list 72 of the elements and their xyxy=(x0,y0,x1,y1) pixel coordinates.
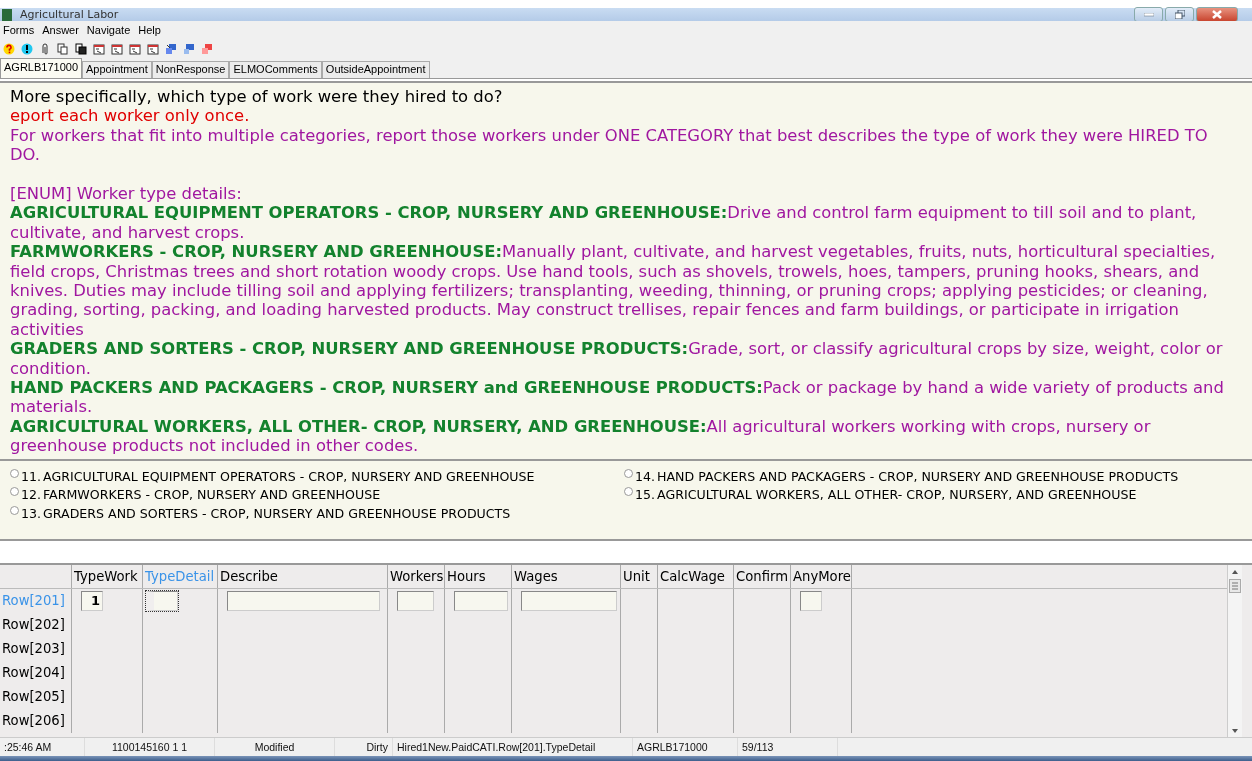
option-code: 13. xyxy=(21,505,42,521)
input-field[interactable] xyxy=(454,590,508,611)
option-label[interactable]: AGRICULTURAL EQUIPMENT OPERATORS - CROP, NURSERY AND GREENHOUSE xyxy=(43,468,535,484)
column-header: Describe xyxy=(218,564,388,588)
radio-button[interactable] xyxy=(10,487,19,497)
scrollbar[interactable] xyxy=(1227,564,1242,737)
option-label[interactable]: AGRICULTURAL WORKERS, ALL OTHER- CROP, NURSERY, AND GREENHOUSE xyxy=(657,487,1137,503)
tab[interactable]: AGRLB171000 xyxy=(0,58,82,78)
worker-type-description: AGRICULTURAL EQUIPMENT OPERATORS - CROP, NURSERY AND GREENHOUSE:Drive and control farm equipment to till soil and to plant, cultivate, and harvest crops. xyxy=(10,203,1198,243)
column-header: AnyMore xyxy=(791,564,852,588)
worker-type-description: GRADERS AND SORTERS - CROP, NURSERY AND GREENHOUSE PRODUCTS:Grade, sort, or classify agricultural crops by size, weight, color or condition. xyxy=(10,339,1224,379)
form-icon[interactable] xyxy=(111,43,123,55)
menu-item[interactable]: Navigate xyxy=(83,24,136,36)
option-code: 12. xyxy=(21,487,42,503)
option-code: 15. xyxy=(635,487,656,503)
column-header: Unit xyxy=(621,564,658,588)
input-field[interactable]: 1 xyxy=(81,590,103,611)
row-label[interactable]: Row[204] xyxy=(0,660,72,685)
worker-type-description: FARMWORKERS - CROP, NURSERY AND GREENHOUSE:Manually plant, cultivate, and harvest vegetables, fruits, nuts, horticultural specialties, field crops, Christmas trees and short rotation woody crops. Use hand tools, such as shovels, trowels, hoes, tampers, pruning hooks, shears, and knives. Duties may include tilling soil and applying fertilizers; transplanting, weeding, thinning, or pruning crops; applying pesticides; or cleaning, grading, sorting, packing, and loading harvested products. May construct trellises, repair fences and farm buildings, or participate in irrigation activities xyxy=(10,242,1217,340)
option-code: 14. xyxy=(635,468,656,484)
row-label[interactable]: Row[206] xyxy=(0,708,72,733)
input-field[interactable] xyxy=(397,590,434,611)
form-icon[interactable] xyxy=(147,43,159,55)
option-label[interactable]: HAND PACKERS AND PACKAGERS - CROP, NURSERY AND GREENHOUSE PRODUCTS xyxy=(657,468,1179,484)
input-field[interactable] xyxy=(800,590,822,611)
app-icon xyxy=(2,8,12,21)
column-header: Workers xyxy=(388,564,445,588)
tab[interactable]: Appointment xyxy=(82,61,152,78)
help-icon[interactable] xyxy=(3,43,15,55)
menu-item[interactable]: Answer xyxy=(39,24,84,36)
option-code: 11. xyxy=(21,468,42,484)
close-icon[interactable] xyxy=(1212,10,1222,19)
column-header: Wages xyxy=(512,564,621,588)
column-header: Confirm xyxy=(734,564,791,588)
radio-button[interactable] xyxy=(624,468,633,478)
tab[interactable]: NonResponse xyxy=(151,61,230,78)
copy-icon[interactable] xyxy=(75,43,87,55)
option-label[interactable]: GRADERS AND SORTERS - CROP, NURSERY AND GREENHOUSE PRODUCTS xyxy=(43,505,511,521)
row-label[interactable]: Row[202] xyxy=(0,612,72,637)
menu-item[interactable]: Help xyxy=(135,24,166,36)
radio-button[interactable] xyxy=(624,487,633,497)
form-icon[interactable] xyxy=(93,43,105,55)
row-label[interactable]: Row[205] xyxy=(0,684,72,709)
form-icon[interactable] xyxy=(129,43,141,55)
paperclip-icon[interactable] xyxy=(39,43,51,55)
window-title: Agricultural Labor xyxy=(20,8,120,21)
column-header: Hours xyxy=(445,564,512,588)
input-field[interactable] xyxy=(146,590,178,611)
warning-text: eport each worker only once. xyxy=(10,106,251,126)
network-icon[interactable] xyxy=(201,43,213,55)
column-header: CalcWage xyxy=(658,564,734,588)
restore-icon[interactable] xyxy=(1174,10,1185,19)
worker-type-description: AGRICULTURAL WORKERS, ALL OTHER- CROP, NURSERY, AND GREENHOUSE:All agricultural workers working with crops, nursery or greenhouse products not included in other codes. xyxy=(10,416,1152,456)
network-icon[interactable] xyxy=(165,43,177,55)
tab[interactable]: OutsideAppointment xyxy=(321,61,430,78)
question-text: More specifically, which type of work were they hired to do? xyxy=(10,87,504,107)
input-field[interactable] xyxy=(227,590,380,611)
radio-button[interactable] xyxy=(10,505,19,515)
menu-item[interactable]: Forms xyxy=(0,24,40,36)
worker-type-description: HAND PACKERS AND PACKAGERS - CROP, NURSERY and GREENHOUSE PRODUCTS:Pack or package by hand a wide variety of products and materials. xyxy=(10,378,1225,417)
column-header: TypeDetail xyxy=(143,564,218,588)
column-header: TypeWork xyxy=(72,564,143,588)
instruction-text: For workers that fit into multiple categories, report those workers under ONE CATEGORY that best describes the type of work they were HIRED TO DO. xyxy=(10,125,1209,165)
tab[interactable]: ELMOComments xyxy=(229,61,322,78)
radio-button[interactable] xyxy=(10,468,19,478)
input-field[interactable] xyxy=(521,590,617,611)
option-label[interactable]: FARMWORKERS - CROP, NURSERY AND GREENHOUSE xyxy=(43,487,381,503)
row-label[interactable]: Row[203] xyxy=(0,636,72,661)
details-heading: [ENUM] Worker type details: xyxy=(10,184,243,204)
network-icon[interactable] xyxy=(183,43,195,55)
scroll-thumb-icon[interactable] xyxy=(1229,578,1241,593)
exclamation-icon[interactable] xyxy=(21,43,33,55)
